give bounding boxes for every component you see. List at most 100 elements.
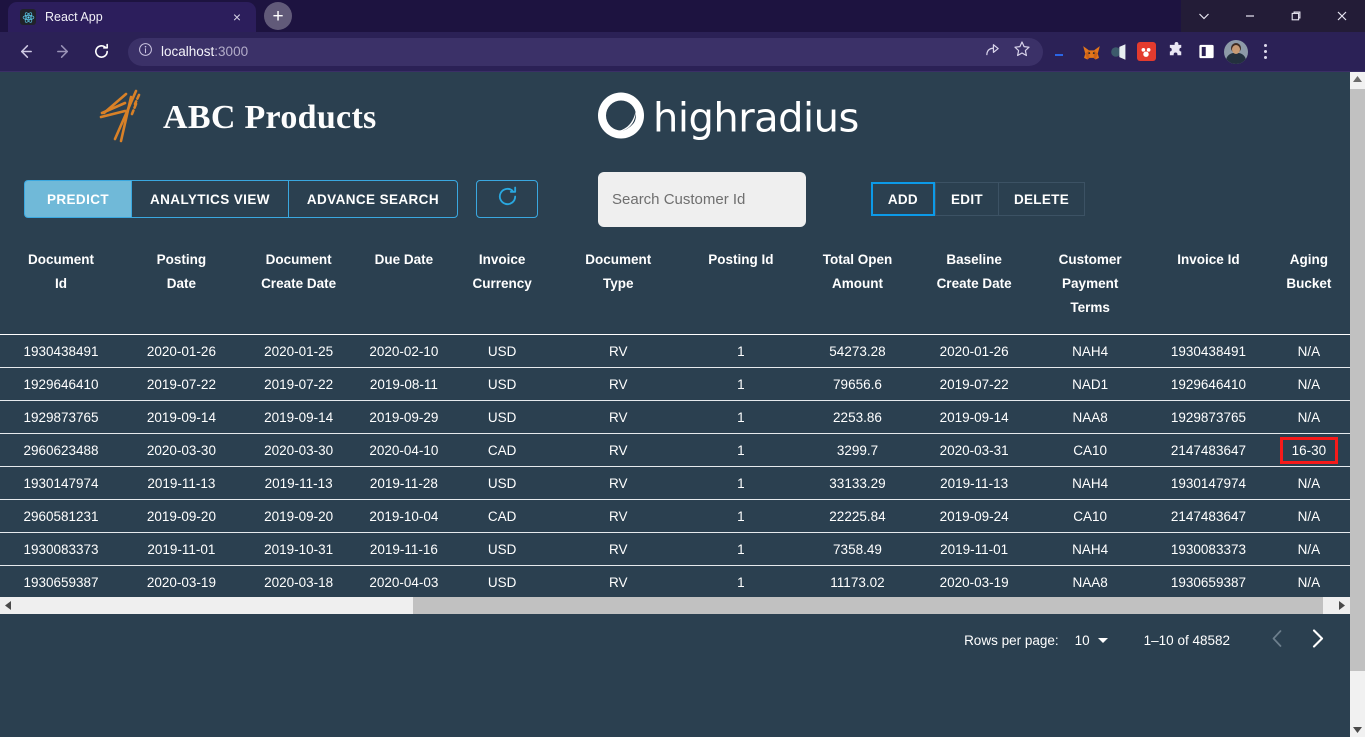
cell-document-type: RV xyxy=(552,367,684,401)
chevron-right-icon[interactable] xyxy=(1312,628,1324,652)
cell-due-date: 2020-04-03 xyxy=(356,565,452,599)
col-baseline-create-date[interactable]: Baseline Create Date xyxy=(916,234,1032,335)
scrollbar-thumb[interactable] xyxy=(413,597,1323,614)
adblock-icon[interactable] xyxy=(1109,42,1128,61)
cell-document-create-date: 2019-09-20 xyxy=(240,499,357,533)
table-row[interactable]: 1929873765 2019-09-14 2019-09-14 2019-09-29… xyxy=(0,400,1350,434)
sidepanel-icon[interactable] xyxy=(1194,40,1218,64)
col-posting-id[interactable]: Posting Id xyxy=(683,234,799,335)
cell-aging-bucket: N/A xyxy=(1267,334,1350,368)
scroll-down-arrow-icon[interactable] xyxy=(1350,722,1365,737)
table-row[interactable]: 1930438491 2020-01-26 2020-01-25 2020-02-10… xyxy=(0,334,1350,368)
cell-total-open-amount: 2253.86 xyxy=(798,400,917,434)
search-input[interactable] xyxy=(612,190,792,208)
refresh-icon xyxy=(496,185,519,213)
chevron-left-icon[interactable] xyxy=(1272,629,1282,651)
pagination-range: 1–10 of 48582 xyxy=(1143,632,1230,648)
table-row[interactable]: 2960581231 2019-09-20 2019-09-20 2019-10-04… xyxy=(0,499,1350,533)
star-icon[interactable] xyxy=(1013,40,1031,63)
cell-invoice-currency: USD xyxy=(451,565,553,599)
col-invoice-id[interactable]: Invoice Id xyxy=(1149,234,1268,335)
cell-posting-date: 2020-03-30 xyxy=(122,433,241,467)
profile-avatar[interactable] xyxy=(1224,39,1248,64)
col-document-id[interactable]: Document Id xyxy=(0,234,123,335)
forward-button[interactable] xyxy=(48,37,78,67)
table-row[interactable]: 1930083373 2019-11-01 2019-10-31 2019-11-16… xyxy=(0,532,1350,566)
table-row[interactable]: 1929646410 2019-07-22 2019-07-22 2019-08-11… xyxy=(0,367,1350,401)
minimize-icon[interactable] xyxy=(1227,0,1273,32)
tab-analytics-view[interactable]: ANALYTICS VIEW xyxy=(131,180,288,218)
search-customer-id-box[interactable] xyxy=(598,171,806,227)
cell-baseline-create-date: 2019-07-22 xyxy=(916,367,1032,401)
cell-total-open-amount: 11173.02 xyxy=(798,565,917,599)
col-document-create-date[interactable]: Document Create Date xyxy=(240,234,357,335)
delete-button[interactable]: DELETE xyxy=(997,182,1085,216)
cell-baseline-create-date: 2020-03-31 xyxy=(916,433,1032,467)
tab-advance-search[interactable]: ADVANCE SEARCH xyxy=(287,180,458,218)
cell-posting-id: 1 xyxy=(683,499,799,533)
browser-tab-react-app[interactable]: React App × xyxy=(8,2,256,32)
scroll-left-arrow-icon[interactable] xyxy=(0,597,17,614)
cell-document-type: RV xyxy=(552,334,684,368)
cell-document-id: 1929646410 xyxy=(0,367,123,401)
table-row[interactable]: 2960623488 2020-03-30 2020-03-30 2020-04-10… xyxy=(0,433,1350,467)
col-total-open-amount[interactable]: Total Open Amount xyxy=(798,234,917,335)
cell-due-date: 2019-09-29 xyxy=(356,400,452,434)
table-body: 1930438491 2020-01-26 2020-01-25 2020-02-10… xyxy=(0,334,1350,614)
cell-document-create-date: 2019-10-31 xyxy=(240,532,357,566)
table-horizontal-scrollbar[interactable] xyxy=(0,597,1350,614)
col-customer-payment-terms[interactable]: Customer Payment Terms xyxy=(1031,234,1150,335)
maximize-icon[interactable] xyxy=(1273,0,1319,32)
col-invoice-currency[interactable]: Invoice Currency xyxy=(451,234,553,335)
close-icon[interactable]: × xyxy=(228,8,246,26)
table-row[interactable]: 1930147974 2019-11-13 2019-11-13 2019-11-28… xyxy=(0,466,1350,500)
extensions-row xyxy=(1049,39,1276,64)
cell-document-create-date: 2020-03-30 xyxy=(240,433,357,467)
puzzle-icon[interactable] xyxy=(1164,40,1188,64)
address-bar[interactable]: localhost:3000 xyxy=(128,37,1043,66)
new-tab-button[interactable]: + xyxy=(264,2,292,30)
scroll-up-arrow-icon[interactable] xyxy=(1350,72,1365,87)
add-button[interactable]: ADD xyxy=(870,182,935,216)
cell-invoice-id: 1930659387 xyxy=(1149,565,1268,599)
back-button[interactable] xyxy=(10,37,40,67)
vertical-scrollbar-thumb[interactable] xyxy=(1350,89,1365,671)
table-row[interactable]: 1930659387 2020-03-19 2020-03-18 2020-04-03… xyxy=(0,565,1350,599)
col-posting-date[interactable]: Posting Date xyxy=(122,234,241,335)
window-close-icon[interactable] xyxy=(1319,0,1365,32)
scrollbar-track[interactable] xyxy=(17,597,1333,614)
reload-icon[interactable] xyxy=(86,37,116,67)
edit-button[interactable]: EDIT xyxy=(934,182,998,216)
col-document-type[interactable]: Document Type xyxy=(552,234,684,335)
info-circle-icon[interactable] xyxy=(138,42,153,62)
address-host: localhost xyxy=(161,44,215,59)
downloads-icon[interactable] xyxy=(1049,40,1073,64)
cell-invoice-id: 1930083373 xyxy=(1149,532,1268,566)
refresh-button[interactable] xyxy=(476,180,538,218)
share-icon[interactable] xyxy=(984,41,1001,63)
rows-per-page-select[interactable]: 10 xyxy=(1075,633,1108,648)
col-label: Posting Id xyxy=(708,252,774,267)
scroll-right-arrow-icon[interactable] xyxy=(1333,597,1350,614)
cell-baseline-create-date: 2019-09-24 xyxy=(916,499,1032,533)
page-vertical-scrollbar[interactable] xyxy=(1350,72,1365,737)
browser-toolbar: localhost:3000 xyxy=(0,32,1365,72)
cell-posting-date: 2019-11-13 xyxy=(122,466,241,500)
col-aging-bucket[interactable]: Aging Bucket xyxy=(1267,234,1350,335)
chevron-down-icon[interactable] xyxy=(1181,0,1227,32)
tab-predict[interactable]: PREDICT xyxy=(24,180,131,218)
kebab-menu-icon[interactable] xyxy=(1254,44,1276,59)
app-page: ABC Products highradius PREDICT ANALYTIC… xyxy=(0,72,1350,737)
cell-aging-bucket: N/A xyxy=(1267,367,1350,401)
col-due-date[interactable]: Due Date xyxy=(356,234,452,335)
cell-invoice-id: 2147483647 xyxy=(1149,433,1268,467)
cell-baseline-create-date: 2020-03-19 xyxy=(916,565,1032,599)
page-title: ABC Products xyxy=(163,99,377,136)
cell-posting-date: 2020-01-26 xyxy=(122,334,241,368)
metamask-icon[interactable] xyxy=(1079,40,1103,64)
cell-invoice-id: 2147483647 xyxy=(1149,499,1268,533)
cell-total-open-amount: 7358.49 xyxy=(798,532,917,566)
cell-aging-bucket: N/A xyxy=(1267,499,1350,533)
cell-posting-id: 1 xyxy=(683,367,799,401)
extension-red-icon[interactable] xyxy=(1134,40,1158,64)
